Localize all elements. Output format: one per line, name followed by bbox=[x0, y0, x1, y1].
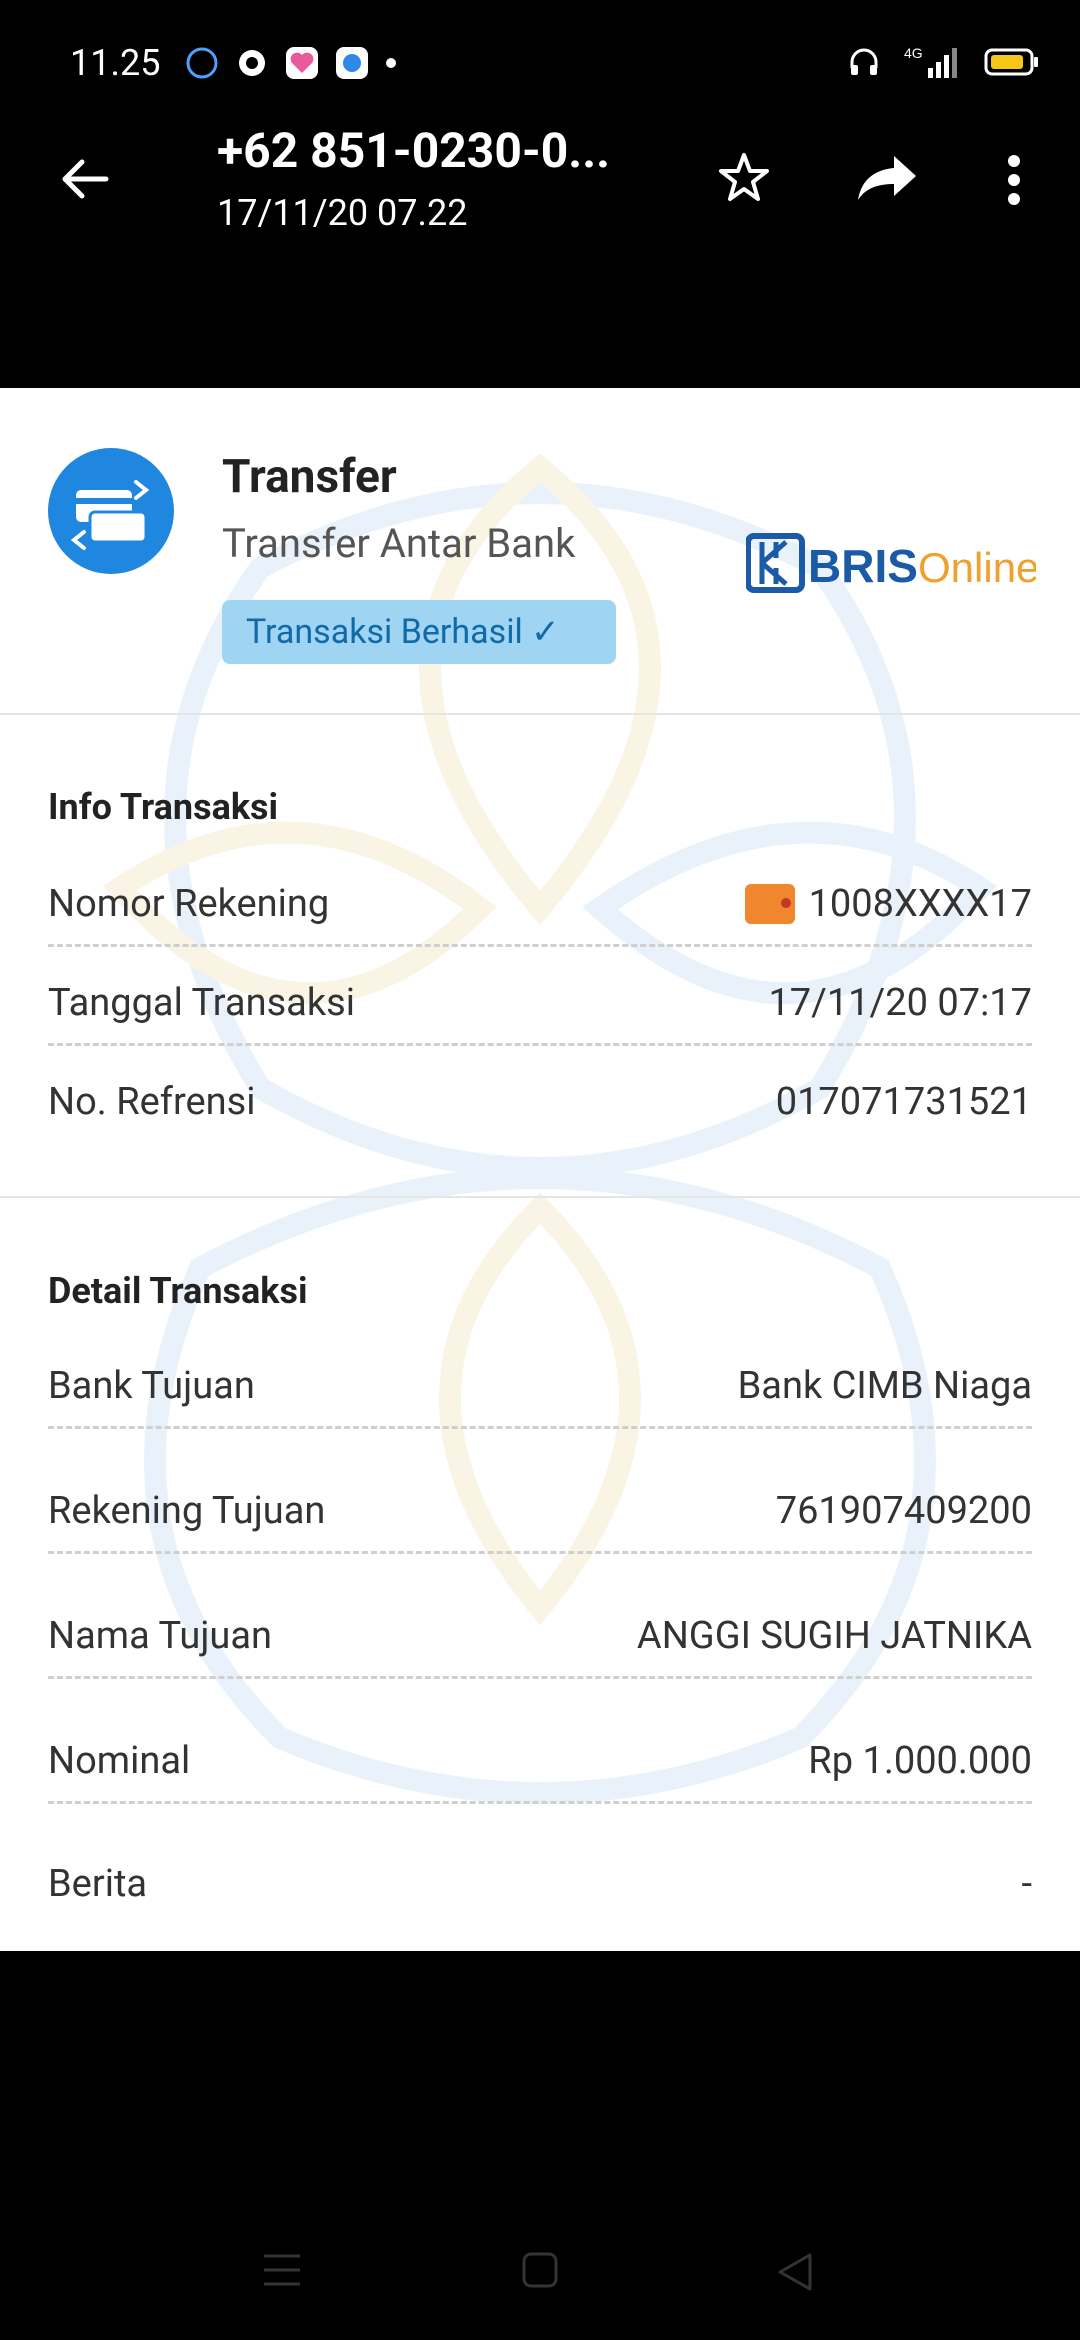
row-label: Tanggal Transaksi bbox=[48, 981, 355, 1025]
imo-icon bbox=[186, 47, 218, 79]
row-label: Nominal bbox=[48, 1739, 191, 1783]
row-value: Bank CIMB Niaga bbox=[737, 1364, 1032, 1408]
transaction-header: Transfer Transfer Antar Bank Transaksi B… bbox=[0, 388, 1080, 715]
system-navigation-bar bbox=[0, 2200, 1080, 2340]
svg-text:Online: Online bbox=[918, 544, 1036, 591]
svg-text:4G: 4G bbox=[904, 45, 923, 61]
transaction-type-title: Transfer bbox=[222, 450, 397, 504]
row-label: Nomor Rekening bbox=[48, 882, 330, 926]
info-row-reference: No. Refrensi 017071731521 bbox=[48, 1062, 1032, 1142]
row-label: Bank Tujuan bbox=[48, 1364, 255, 1408]
section-divider bbox=[0, 1196, 1080, 1198]
battery-icon bbox=[984, 48, 1038, 76]
detail-row-amount: Nominal Rp 1.000.000 bbox=[48, 1721, 1032, 1804]
detail-row-name: Nama Tujuan ANGGI SUGIH JATNIKA bbox=[48, 1596, 1032, 1679]
row-label: No. Refrensi bbox=[48, 1080, 256, 1124]
status-bar: 11.25 4G bbox=[0, 0, 1080, 130]
row-value: 017071731521 bbox=[775, 1080, 1032, 1124]
row-value: ANGGI SUGIH JATNIKA bbox=[636, 1614, 1032, 1658]
detail-row-message: Berita - bbox=[48, 1846, 1032, 1906]
notification-icons bbox=[185, 46, 397, 80]
row-value: - bbox=[1021, 1862, 1032, 1906]
gallery-app-icon bbox=[286, 47, 318, 79]
bris-online-logo: BRIS Online bbox=[746, 533, 1036, 593]
info-row-account: Nomor Rekening 1008XXXX17 bbox=[48, 864, 1032, 947]
wallet-icon bbox=[744, 884, 795, 924]
transaction-type-subtitle: Transfer Antar Bank bbox=[222, 520, 576, 567]
row-label: Berita bbox=[48, 1862, 148, 1906]
row-label: Nama Tujuan bbox=[48, 1614, 273, 1658]
camera-app-icon bbox=[239, 50, 265, 76]
row-value: Rp 1.000.000 bbox=[808, 1739, 1032, 1783]
transfer-receipt-image[interactable]: Transfer Transfer Antar Bank Transaksi B… bbox=[0, 388, 1080, 1951]
detail-row-bank: Bank Tujuan Bank CIMB Niaga bbox=[48, 1346, 1032, 1429]
contact-title: +62 851-0230-0... bbox=[217, 122, 611, 179]
info-section-title: Info Transaksi bbox=[48, 786, 279, 828]
row-value: 17/11/20 07:17 bbox=[768, 981, 1032, 1025]
detail-section-title: Detail Transaksi bbox=[48, 1270, 308, 1312]
more-options-icon[interactable] bbox=[1005, 152, 1023, 208]
back-arrow-icon[interactable] bbox=[58, 152, 112, 206]
menu-nav-icon[interactable] bbox=[262, 2252, 302, 2288]
row-value: 1008XXXX17 bbox=[808, 882, 1032, 926]
headset-icon bbox=[850, 48, 878, 75]
info-row-date: Tanggal Transaksi 17/11/20 07:17 bbox=[48, 963, 1032, 1046]
row-value: 761907409200 bbox=[775, 1489, 1032, 1533]
browser-app-icon bbox=[336, 47, 368, 79]
system-icons: 4G bbox=[848, 44, 1040, 80]
row-label: Rekening Tujuan bbox=[48, 1489, 326, 1533]
message-timestamp: 17/11/20 07.22 bbox=[217, 192, 468, 234]
status-badge: Transaksi Berhasil ✓ bbox=[222, 600, 616, 664]
more-notifications-icon bbox=[386, 58, 396, 68]
forward-share-icon[interactable] bbox=[856, 152, 918, 204]
transfer-icon bbox=[48, 448, 174, 574]
signal-4g-icon: 4G bbox=[904, 45, 957, 78]
home-nav-icon[interactable] bbox=[522, 2252, 558, 2288]
svg-text:BRIS: BRIS bbox=[808, 540, 918, 592]
status-time: 11.25 bbox=[70, 42, 161, 84]
star-icon[interactable] bbox=[716, 150, 772, 206]
back-nav-icon[interactable] bbox=[776, 2252, 814, 2292]
detail-row-account: Rekening Tujuan 761907409200 bbox=[48, 1471, 1032, 1554]
